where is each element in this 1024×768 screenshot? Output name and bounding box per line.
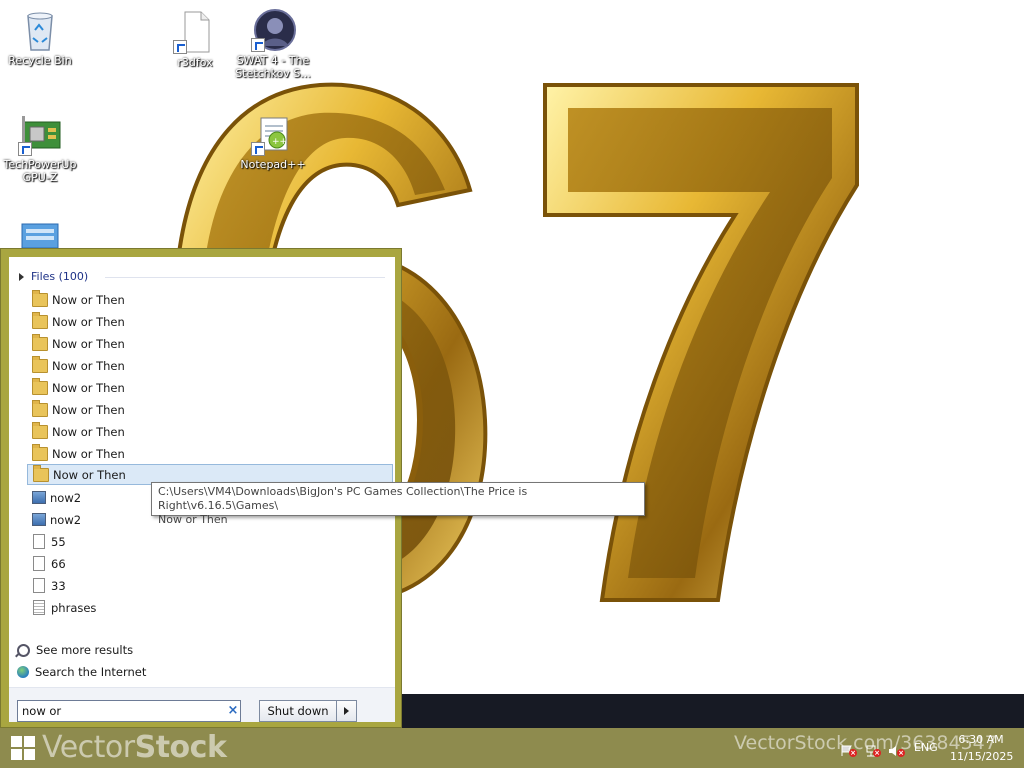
list-item-label: Now or Then [52, 446, 125, 461]
folder-icon [32, 333, 48, 351]
list-item-label: Now or Then [52, 402, 125, 417]
clear-search-icon[interactable]: × [225, 702, 241, 720]
network-icon[interactable]: × [864, 742, 881, 757]
notepad-plus-plus-icon: ++ [251, 112, 293, 156]
shortcut-arrow-icon [251, 142, 265, 156]
list-item-label: Now or Then [52, 380, 125, 395]
file-icon [33, 556, 45, 571]
list-item-label: 55 [51, 534, 66, 549]
folder-icon [32, 355, 48, 373]
search-icon [17, 643, 30, 657]
desktop-icon-recycle-bin[interactable]: Recycle Bin [0, 8, 80, 67]
tooltip-path: C:\Users\VM4\Downloads\BigJon's PC Games… [158, 485, 528, 512]
error-badge-icon: × [873, 749, 881, 757]
language-indicator[interactable]: ENG [914, 741, 938, 754]
folder-icon [32, 443, 48, 461]
folder-icon [32, 399, 48, 417]
list-item-label: now2 [50, 512, 82, 527]
files-group-label: Files (100) [31, 270, 89, 283]
list-item[interactable]: Now or Then [27, 355, 393, 376]
list-item[interactable]: Now or Then [27, 289, 393, 310]
see-more-results-link[interactable]: See more results [17, 643, 133, 657]
desktop-icon-label: SWAT 4 - The Stetchkov S... [235, 54, 311, 80]
list-item[interactable]: Now or Then [27, 443, 393, 464]
files-group-header[interactable]: Files (100) [19, 270, 88, 283]
shut-down-button[interactable]: Shut down [259, 700, 337, 722]
error-badge-icon: × [897, 749, 905, 757]
list-item-label: Now or Then [52, 424, 125, 439]
list-item[interactable]: Now or Then [27, 377, 393, 398]
list-item[interactable]: Now or Then [27, 399, 393, 420]
list-item[interactable]: Now or Then [27, 421, 393, 442]
shut-down-label: Shut down [267, 704, 329, 718]
desktop-icon-label: Notepad++ [240, 158, 306, 171]
taskbar: VectorStock VectorStock.com/36384547 × ×… [0, 728, 1024, 768]
list-item[interactable]: phrases [27, 597, 393, 618]
vectorstock-watermark: VectorStock [42, 730, 227, 765]
desktop-icon-partial[interactable] [18, 220, 62, 249]
list-item-label: Now or Then [52, 358, 125, 373]
image-file-icon [32, 513, 46, 526]
shut-down-options-button[interactable] [337, 700, 357, 722]
search-internet-link[interactable]: Search the Internet [17, 665, 146, 679]
swat4-game-icon [251, 8, 296, 52]
file-icon [33, 578, 45, 593]
list-item[interactable]: 33 [27, 575, 393, 596]
group-divider [105, 277, 385, 278]
desktop-icon-swat4[interactable]: SWAT 4 - The Stetchkov S... [233, 8, 313, 80]
list-item-label: Now or Then [52, 336, 125, 351]
list-item-label: 66 [51, 556, 66, 571]
window-app-icon [21, 223, 59, 249]
desktop-icon-r3dfox[interactable]: r3dfox [155, 10, 235, 69]
gpu-z-icon [18, 112, 61, 156]
desktop-icon-label: TechPowerUp GPU-Z [3, 158, 77, 184]
shortcut-arrow-icon [251, 38, 265, 52]
see-more-results-label: See more results [36, 643, 134, 657]
shortcut-arrow-icon [173, 40, 187, 54]
desktop-icon-label: r3dfox [177, 56, 213, 69]
error-badge-icon: × [849, 749, 857, 757]
recycle-bin-icon [20, 8, 60, 52]
list-item-label: 33 [51, 578, 66, 593]
list-item-label: Now or Then [52, 314, 125, 329]
list-item-label: Now or Then [53, 467, 126, 482]
action-center-flag-icon[interactable]: × [840, 742, 857, 757]
path-tooltip: C:\Users\VM4\Downloads\BigJon's PC Games… [151, 482, 645, 526]
search-input[interactable] [17, 700, 241, 722]
list-item-label: phrases [51, 600, 97, 615]
start-button[interactable] [0, 728, 46, 768]
folder-icon [32, 421, 48, 439]
desktop-icon-gpu-z[interactable]: TechPowerUp GPU-Z [0, 112, 80, 184]
windows-logo-icon [11, 736, 35, 760]
globe-icon [17, 666, 29, 678]
file-icon [33, 534, 45, 549]
list-item-label: Now or Then [52, 292, 125, 307]
expand-triangle-icon [19, 272, 24, 281]
search-internet-label: Search the Internet [35, 665, 147, 679]
image-file-icon [32, 491, 46, 504]
search-bar-area: × Shut down [9, 687, 395, 722]
volume-icon[interactable]: × [888, 742, 905, 757]
list-item-label: now2 [50, 490, 82, 505]
text-file-icon [33, 600, 45, 615]
chevron-right-icon [344, 707, 349, 715]
tooltip-name: Now or Then [158, 513, 228, 526]
list-item[interactable]: Now or Then [27, 311, 393, 332]
folder-icon [33, 464, 49, 482]
list-item[interactable]: 66 [27, 553, 393, 574]
folder-icon [32, 289, 48, 307]
shortcut-arrow-icon [18, 142, 32, 156]
clock-time[interactable]: 6:30 AM [958, 733, 1004, 746]
svg-text:++: ++ [272, 137, 287, 147]
folder-icon [32, 311, 48, 329]
file-shortcut-icon [173, 10, 215, 54]
desktop-icon-label: Recycle Bin [8, 54, 72, 67]
clock-date[interactable]: 11/15/2025 [950, 750, 1013, 763]
list-item[interactable]: Now or Then [27, 333, 393, 354]
desktop-icon-notepad-plus-plus[interactable]: ++ Notepad++ [233, 112, 313, 171]
folder-icon [32, 377, 48, 395]
list-item[interactable]: 55 [27, 531, 393, 552]
